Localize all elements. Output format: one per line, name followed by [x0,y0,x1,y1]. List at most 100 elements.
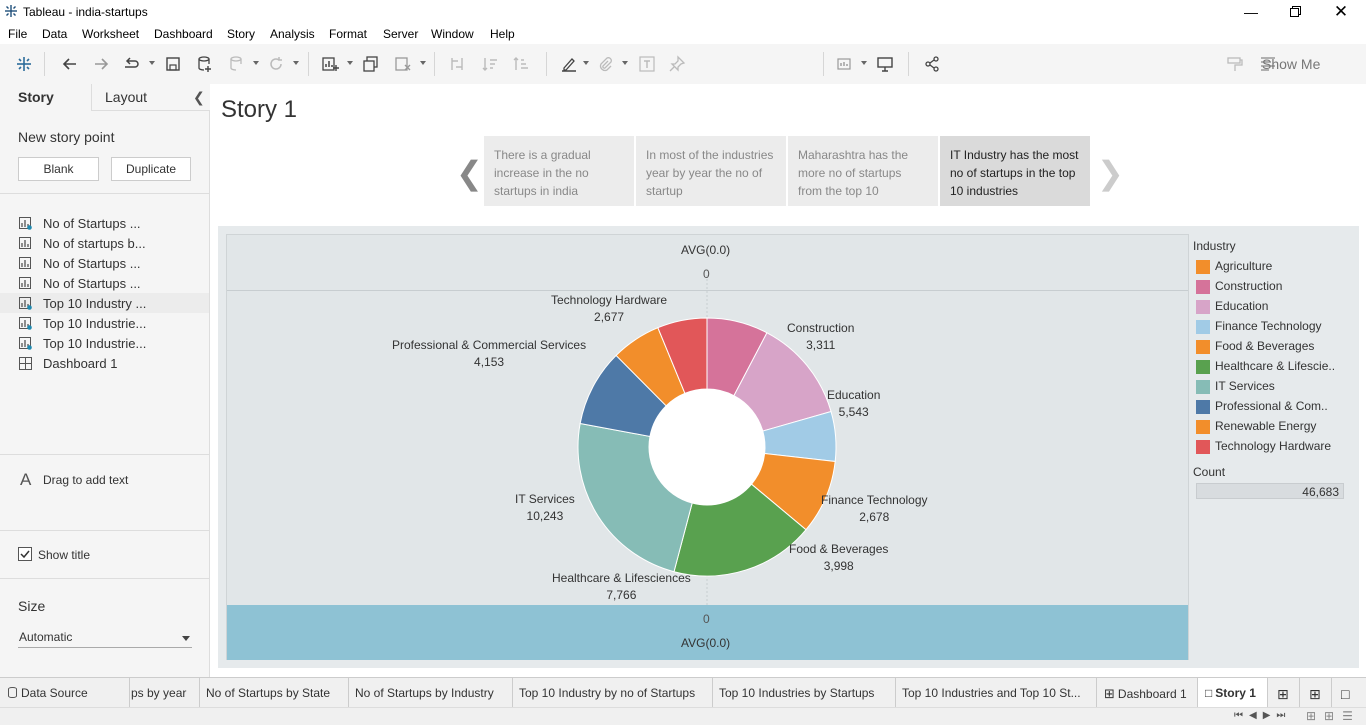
show-title-checkbox[interactable] [18,547,32,561]
tab-navigation-arrows-icon[interactable]: ⏮◀▶⏭ [1234,710,1291,721]
collapse-chevron-left-icon[interactable]: ❮ [193,89,205,106]
refresh-button[interactable] [265,53,287,75]
show-me-button[interactable]: Show Me [1262,56,1320,72]
new-data-source-button[interactable] [194,53,216,75]
start-page-button[interactable] [13,53,35,75]
tab-top10-industries[interactable]: Top 10 Industries by Startups [713,678,896,708]
legend-item[interactable]: Professional & Com.. [1196,397,1356,417]
presentation-mode-button[interactable] [874,53,896,75]
menu-file[interactable]: File [8,27,27,41]
refresh-icon [270,57,282,70]
tab-startups-by-year[interactable]: ps by year [130,678,200,708]
window-title: Tableau - india-startups [23,5,148,19]
story-point-4[interactable]: IT Industry has the most no of startups … [940,136,1090,206]
sheet-list-item[interactable]: No of Startups ... [0,213,209,233]
tab-story-1[interactable]: □ Story 1 [1198,678,1268,708]
menu-dashboard[interactable]: Dashboard [154,27,213,41]
undo-button[interactable] [59,53,81,75]
legend-item[interactable]: Construction [1196,277,1356,297]
format-painter-button[interactable] [1224,53,1246,75]
sort-descending-button[interactable] [510,53,532,75]
sheet-list-item[interactable]: No of Startups ... [0,253,209,273]
label-technology-hardware-value: 2,677 [594,310,625,324]
tab-startups-by-state[interactable]: No of Startups by State [200,678,349,708]
show-cards-button[interactable] [834,53,856,75]
sort-ascending-button[interactable] [479,53,501,75]
new-worksheet-tab-button[interactable]: ⊞ [1268,678,1300,708]
menu-help[interactable]: Help [490,27,515,41]
tab-story[interactable]: Story [0,84,92,111]
size-select[interactable]: Automatic [18,626,192,648]
legend-title: Industry [1193,239,1236,253]
save-button[interactable] [162,53,184,75]
sheet-list-item[interactable]: Top 10 Industrie... [0,333,209,353]
database-add-icon [198,56,211,72]
previous-point-chevron-left-icon[interactable]: ❮ [456,154,483,192]
caret-down-icon[interactable] [861,61,867,65]
legend-swatch [1196,280,1210,294]
legend-item[interactable]: Healthcare & Lifescie.. [1196,357,1356,377]
show-mark-labels-button[interactable] [636,53,658,75]
close-window-button[interactable]: ✕ [1318,0,1364,23]
swap-rows-columns-button[interactable] [446,53,468,75]
legend-item[interactable]: Education [1196,297,1356,317]
sheet-list-item[interactable]: No of startups b... [0,233,209,253]
replay-animation-button[interactable] [120,53,142,75]
new-worksheet-button[interactable] [319,53,341,75]
share-button[interactable] [921,53,943,75]
sheet-list-item[interactable]: Top 10 Industry ... [0,293,209,313]
minimize-button[interactable]: — [1228,0,1274,23]
clear-icon [395,57,411,71]
new-story-tab-button[interactable]: □ [1332,678,1366,708]
caret-down-icon[interactable] [420,61,426,65]
menu-window[interactable]: Window [431,27,474,41]
label-food-beverages-value: 3,998 [823,559,854,573]
sheet-list-item[interactable]: Dashboard 1 [0,353,209,373]
blank-button[interactable]: Blank [18,157,99,181]
drag-to-add-text[interactable]: Drag to add text [43,473,128,487]
highlight-button[interactable] [558,53,580,75]
caret-down-icon[interactable] [149,61,155,65]
legend-item[interactable]: Finance Technology [1196,317,1356,337]
caret-down-icon[interactable] [583,61,589,65]
menu-format[interactable]: Format [329,27,367,41]
group-members-button[interactable] [594,53,616,75]
duplicate-button[interactable]: Duplicate [111,157,191,181]
story-point-1[interactable]: There is a gradual increase in the no st… [484,136,634,206]
tab-top10-industry[interactable]: Top 10 Industry by no of Startups [513,678,713,708]
legend-item[interactable]: Technology Hardware [1196,437,1356,457]
duplicate-sheet-button[interactable] [360,53,382,75]
next-point-chevron-right-icon[interactable]: ❯ [1097,154,1124,192]
legend-label: Agriculture [1215,259,1273,273]
menu-analysis[interactable]: Analysis [270,27,315,41]
caret-down-icon[interactable] [253,61,259,65]
legend-item[interactable]: Renewable Energy [1196,417,1356,437]
pause-updates-button[interactable] [226,53,248,75]
caret-down-icon[interactable] [293,61,299,65]
new-dashboard-tab-button[interactable]: ⊞ [1300,678,1332,708]
legend-item[interactable]: Agriculture [1196,257,1356,277]
legend-item[interactable]: IT Services [1196,377,1356,397]
toolbar-separator [823,52,824,76]
sheet-list-item[interactable]: Top 10 Industrie... [0,313,209,333]
legend-swatch [1196,320,1210,334]
menu-data[interactable]: Data [42,27,67,41]
legend-item[interactable]: Food & Beverages [1196,337,1356,357]
tab-startups-by-industry[interactable]: No of Startups by Industry [349,678,513,708]
clear-sheet-button[interactable] [392,53,414,75]
caret-down-icon[interactable] [622,61,628,65]
tab-top10-industries-states[interactable]: Top 10 Industries and Top 10 St... [896,678,1097,708]
view-mode-grid-icon[interactable]: ⊞⊞☰ [1306,709,1361,723]
story-point-3[interactable]: Maharashtra has the more no of startups … [788,136,938,206]
sheet-list-item[interactable]: No of Startups ... [0,273,209,293]
story-point-2[interactable]: In most of the industries year by year t… [636,136,786,206]
menu-story[interactable]: Story [227,27,255,41]
tab-data-source[interactable]: Data Source [0,678,130,708]
menu-worksheet[interactable]: Worksheet [82,27,139,41]
redo-button[interactable] [90,53,112,75]
menu-server[interactable]: Server [383,27,418,41]
tab-dashboard-1[interactable]: ⊞ Dashboard 1 [1097,678,1198,708]
fix-axes-button[interactable] [666,53,688,75]
restore-button[interactable] [1272,0,1318,23]
caret-down-icon[interactable] [347,61,353,65]
